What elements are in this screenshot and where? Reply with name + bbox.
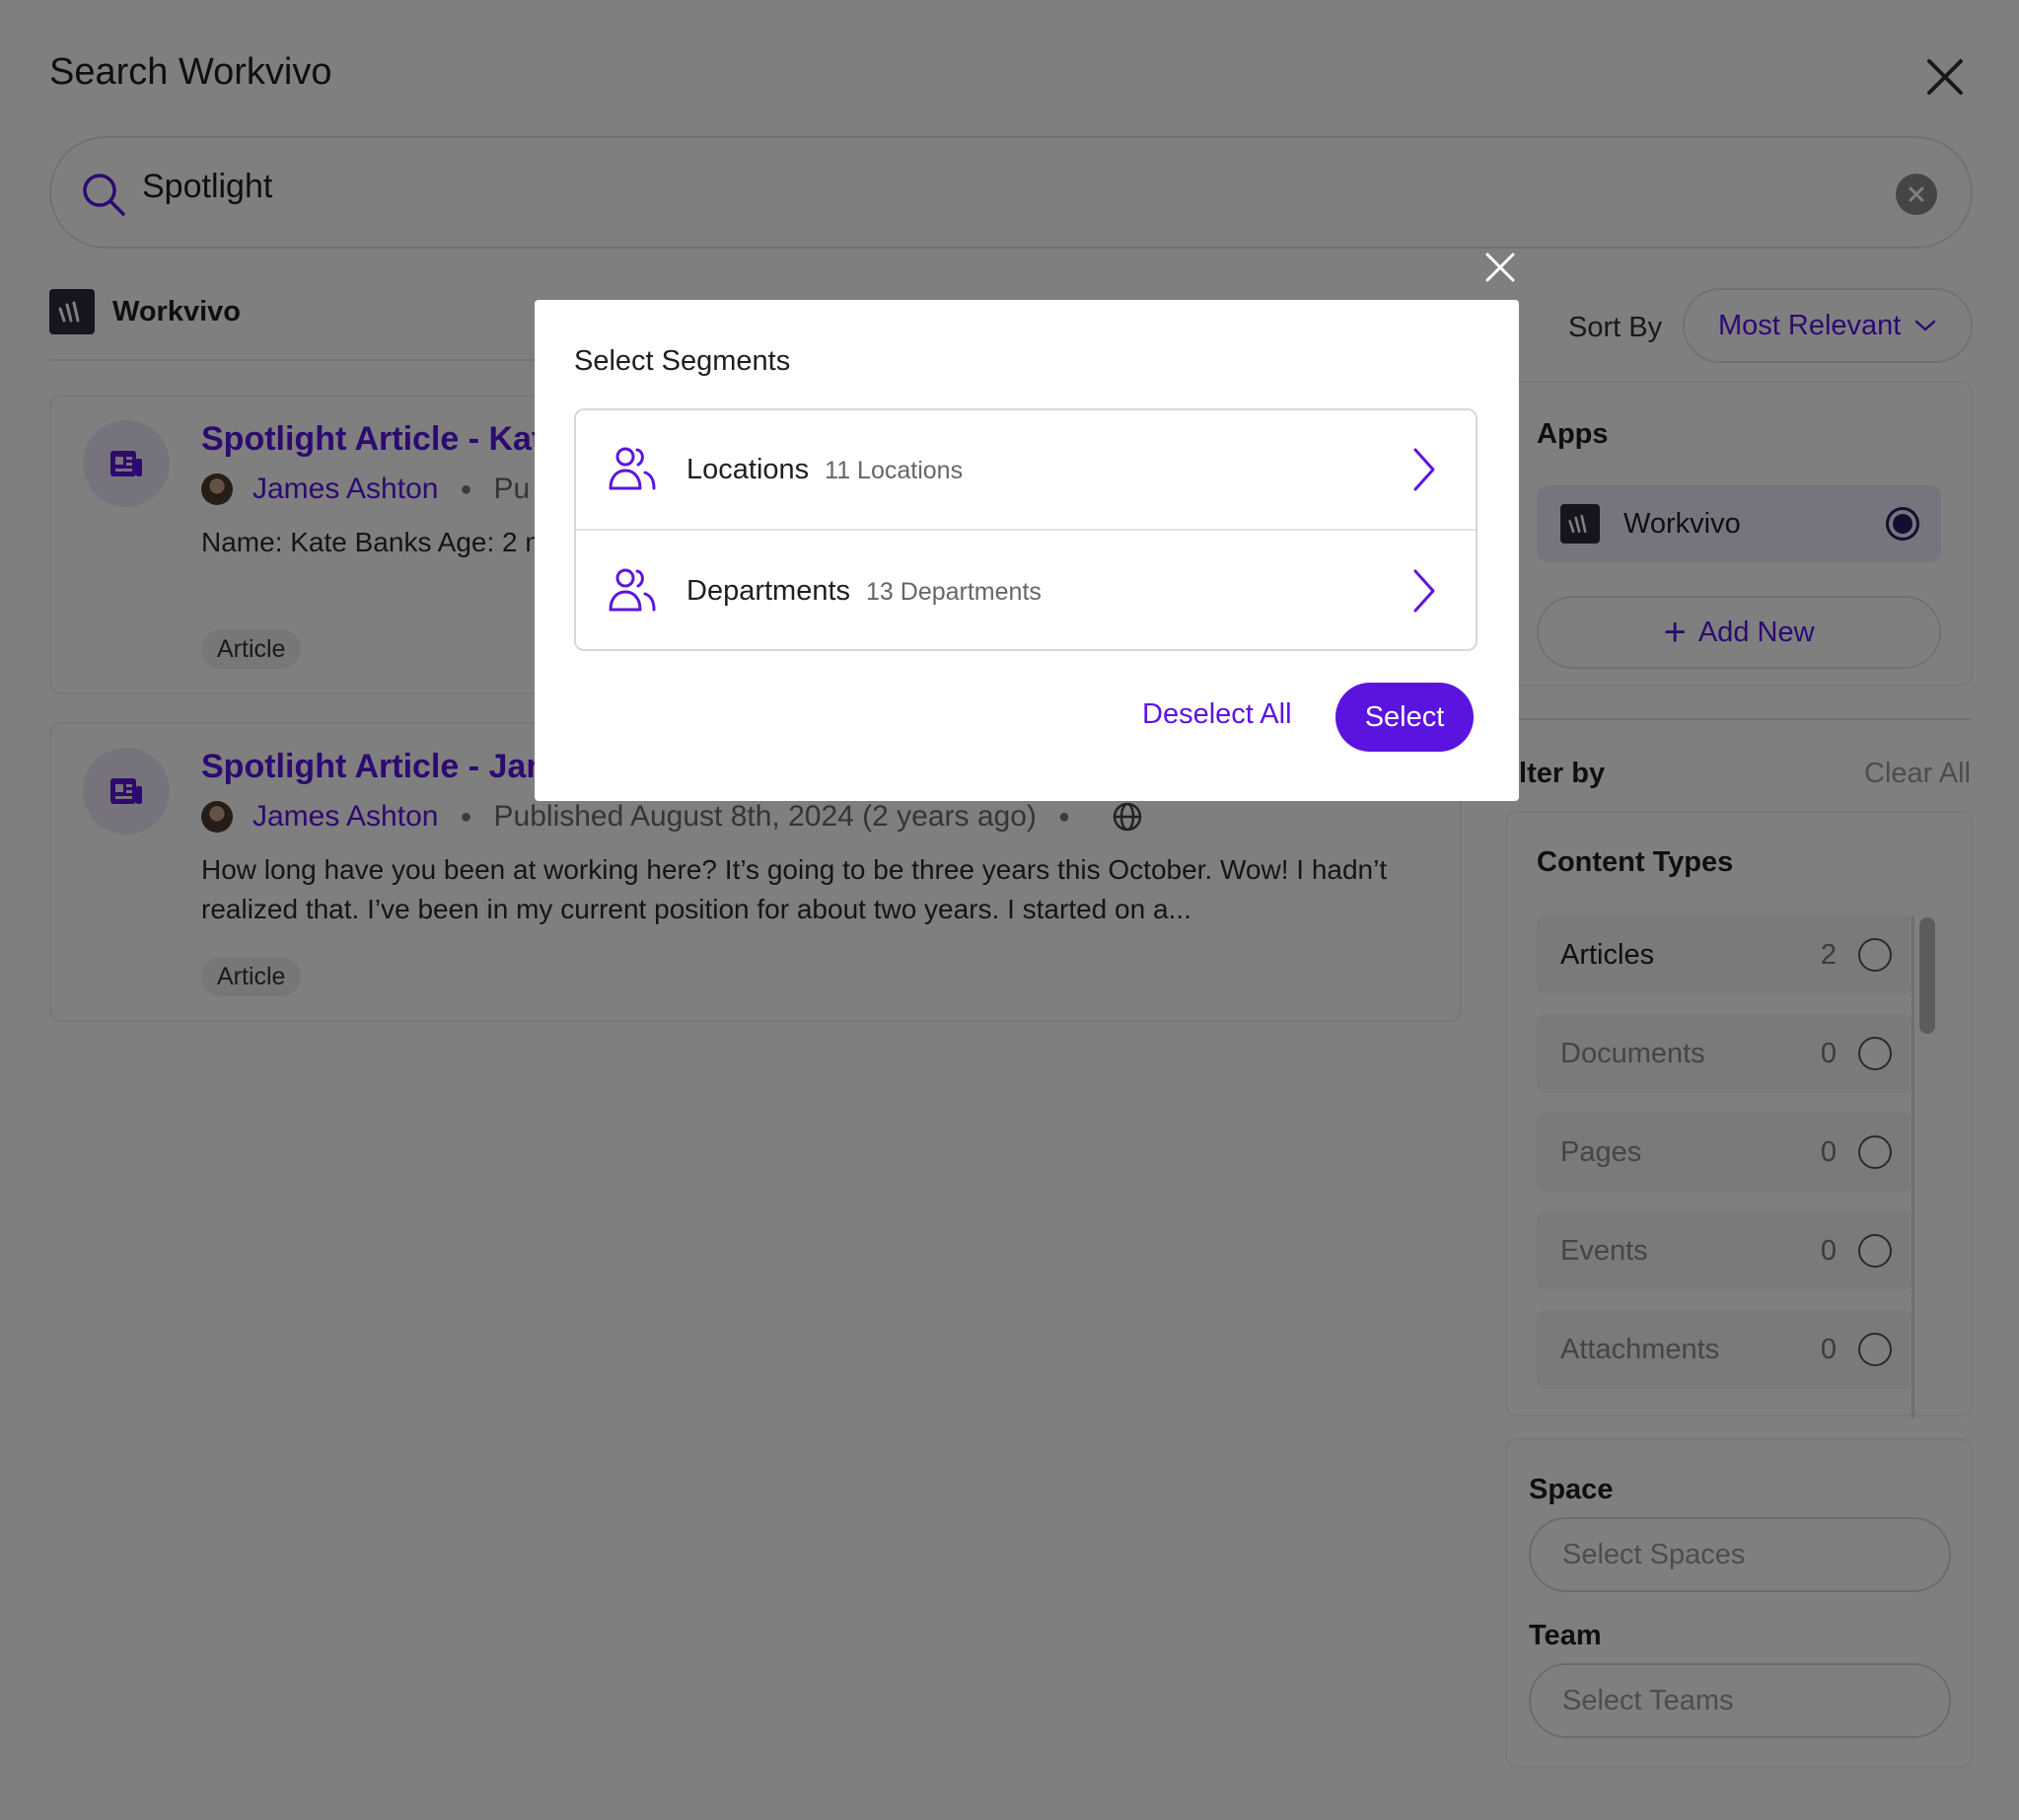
- segment-list: Locations 11 Locations Departments 13 De…: [574, 408, 1478, 651]
- chevron-right-icon: [1413, 448, 1435, 491]
- segment-name: Locations: [686, 453, 810, 485]
- segment-item-departments[interactable]: Departments 13 Departments: [576, 531, 1476, 649]
- deselect-all-button[interactable]: Deselect All: [1142, 698, 1292, 731]
- segment-count: 13 Departments: [866, 577, 1042, 606]
- modal-backdrop[interactable]: [0, 0, 2019, 1820]
- segment-name: Departments: [686, 574, 851, 607]
- segment-count: 11 Locations: [825, 456, 964, 484]
- users-icon: [609, 447, 656, 490]
- segment-label: Locations 11 Locations: [686, 454, 963, 486]
- users-icon: [609, 568, 656, 612]
- chevron-right-icon: [1413, 569, 1435, 613]
- select-segments-modal: Select Segments Locations 11 Locations D…: [535, 300, 1519, 801]
- select-button[interactable]: Select: [1335, 683, 1474, 752]
- segment-label: Departments 13 Departments: [686, 575, 1042, 608]
- modal-title: Select Segments: [574, 345, 791, 377]
- segment-item-locations[interactable]: Locations 11 Locations: [576, 410, 1476, 531]
- modal-close-icon[interactable]: [1483, 251, 1517, 284]
